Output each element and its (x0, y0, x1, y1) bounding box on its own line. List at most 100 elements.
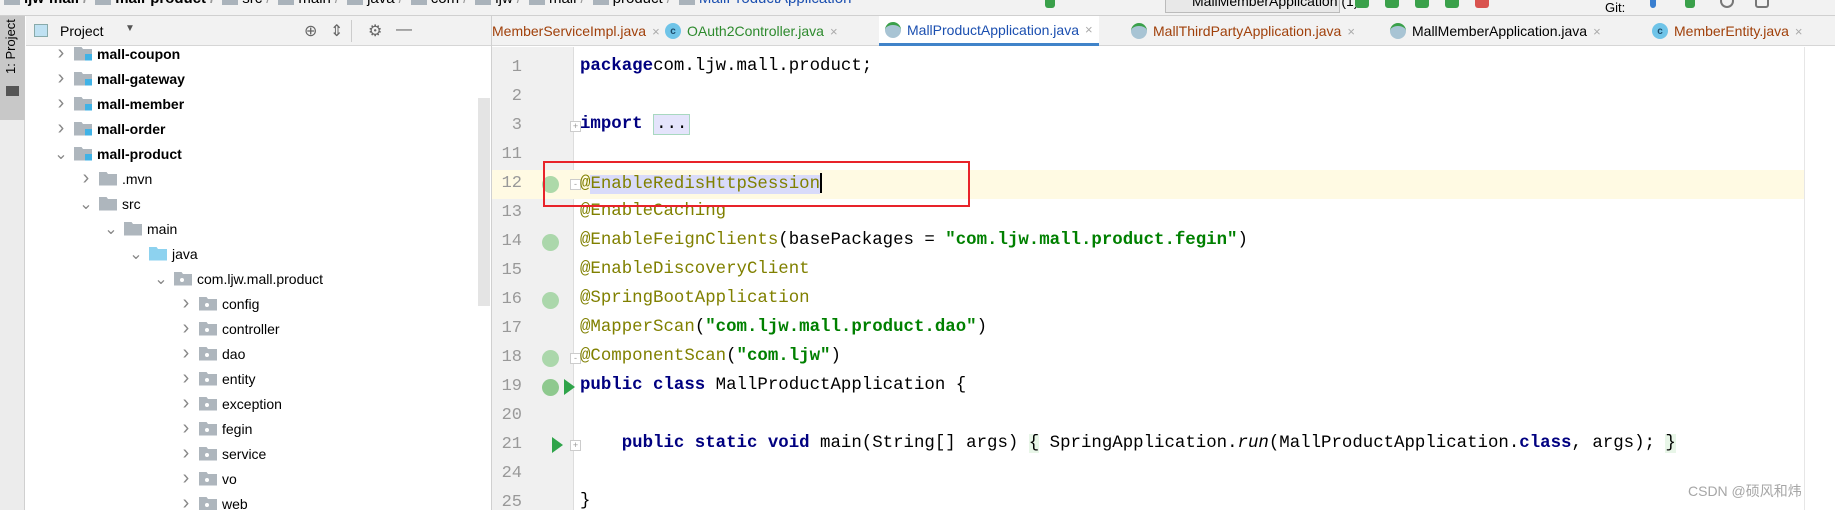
run-configuration-select[interactable]: MallMemberApplication (1) ▾ (1165, 0, 1369, 13)
chevron-right-icon[interactable]: › (177, 492, 195, 510)
collapse-all-icon[interactable]: ⇕ (330, 21, 343, 41)
run-icon[interactable] (1355, 0, 1369, 8)
tree-item[interactable]: › config (177, 291, 260, 316)
editor-tab[interactable]: MallProductApplication.java × (879, 16, 1099, 46)
tree-item[interactable]: › service (177, 441, 267, 466)
debug-icon[interactable] (1385, 0, 1399, 8)
chevron-right-icon[interactable]: › (177, 342, 195, 365)
tree-scrollbar[interactable] (478, 98, 490, 306)
tree-item[interactable]: › vo (177, 466, 237, 491)
breadcrumb-item[interactable]: src / (222, 0, 270, 7)
code-line[interactable]: 20 (492, 402, 1804, 431)
chevron-right-icon[interactable]: › (52, 46, 70, 65)
breadcrumb-item[interactable]: mall-product / (95, 0, 214, 7)
chevron-right-icon[interactable]: › (177, 367, 195, 390)
breadcrumb-item[interactable]: java / (347, 0, 403, 7)
chevron-down-icon[interactable]: ⌄ (127, 244, 145, 264)
spring-bean-icon[interactable] (542, 292, 559, 309)
chevron-right-icon[interactable]: › (177, 317, 195, 340)
chevron-right-icon[interactable]: › (52, 117, 70, 140)
history-icon[interactable] (1720, 0, 1734, 8)
close-icon[interactable]: × (830, 24, 838, 39)
close-icon[interactable]: × (1085, 22, 1093, 37)
breadcrumb-item[interactable]: com / (410, 0, 467, 7)
back-icon[interactable] (1045, 0, 1055, 8)
tree-item[interactable]: ⌄ com.ljw.mall.product (152, 266, 323, 291)
tree-item[interactable]: › mall-coupon (52, 46, 181, 66)
chevron-right-icon[interactable]: › (177, 392, 195, 415)
breadcrumb-item[interactable]: ljw / (475, 0, 521, 7)
editor-tab[interactable]: c OAuth2Controller.java × (659, 16, 844, 46)
project-view-select[interactable]: Project (60, 23, 104, 39)
editor-tab[interactable]: MemberServiceImpl.java × (486, 16, 666, 46)
tree-item[interactable]: › mall-gateway (52, 66, 185, 91)
project-tool-button[interactable]: 1: Project (0, 16, 25, 120)
editor-tab[interactable]: c MemberEntity.java × (1646, 16, 1809, 46)
tree-item[interactable]: › entity (177, 366, 256, 391)
tree-item[interactable]: › exception (177, 391, 282, 416)
chevron-right-icon[interactable]: › (177, 467, 195, 490)
gear-icon[interactable]: ⚙ (368, 21, 382, 41)
close-icon[interactable]: × (1593, 24, 1601, 39)
close-icon[interactable]: × (1347, 24, 1355, 39)
chevron-right-icon[interactable]: › (52, 67, 70, 90)
code-line[interactable]: 1 packagecom.ljw.mall.product; (492, 54, 1804, 83)
chevron-right-icon[interactable]: › (77, 167, 95, 190)
tree-item[interactable]: › controller (177, 316, 280, 341)
chevron-down-icon[interactable]: ▼ (125, 23, 135, 34)
code-line[interactable]: 19 public class MallProductApplication { (492, 373, 1804, 402)
code-line[interactable]: 24 (492, 460, 1804, 489)
chevron-down-icon[interactable]: ⌄ (52, 144, 70, 164)
stop-icon[interactable] (1475, 0, 1489, 8)
tree-item[interactable]: › .mvn (77, 166, 153, 191)
code-line[interactable]: 16 @SpringBootApplication (492, 286, 1804, 315)
code-line[interactable]: 25} (492, 489, 1804, 510)
spring-boot-icon[interactable] (542, 379, 559, 396)
chevron-right-icon[interactable]: › (177, 442, 195, 465)
tree-item[interactable]: › mall-order (52, 116, 166, 141)
breadcrumb-item[interactable]: ljw-mall / (4, 0, 87, 7)
code-line[interactable]: 21 + public static void main(String[] arg… (492, 431, 1804, 460)
run-icon[interactable] (564, 379, 575, 395)
tree-item[interactable]: › web (177, 491, 248, 510)
code-line[interactable]: 17 @MapperScan("com.ljw.mall.product.dao"… (492, 315, 1804, 344)
close-icon[interactable]: × (1795, 24, 1803, 39)
tree-item[interactable]: ⌄ java (127, 241, 197, 266)
editor-tab[interactable]: MallThirdPartyApplication.java × (1125, 16, 1361, 46)
profile-icon[interactable] (1445, 0, 1459, 8)
breadcrumb-item[interactable]: product / (592, 0, 671, 7)
chevron-right-icon[interactable]: › (177, 417, 195, 440)
breadcrumb-item[interactable]: MallProductApplication (678, 0, 851, 7)
chevron-down-icon[interactable]: ⌄ (77, 194, 95, 214)
tree-item[interactable]: ⌄ main (102, 216, 177, 241)
editor-tab[interactable]: MallMemberApplication.java × (1384, 16, 1607, 46)
locate-icon[interactable]: ⊕ (304, 21, 317, 41)
breadcrumb-item[interactable]: mall/ (528, 0, 585, 7)
chevron-down-icon[interactable]: ⌄ (102, 219, 120, 239)
git-label: Git: (1605, 0, 1626, 15)
package-icon (174, 271, 192, 286)
tree-item[interactable]: › fegin (177, 416, 253, 441)
hide-icon[interactable]: — (396, 21, 412, 39)
spring-bean-icon[interactable] (542, 234, 559, 251)
code-line[interactable]: 14 @EnableFeignClients(basePackages = "co… (492, 228, 1804, 257)
rollback-icon[interactable] (1755, 0, 1769, 8)
code-editor[interactable]: 1 packagecom.ljw.mall.product; 2 3 + import .… (492, 47, 1804, 510)
breadcrumb-item[interactable]: main / (278, 0, 339, 7)
git-commit-icon[interactable] (1685, 0, 1695, 8)
run-icon[interactable] (552, 437, 563, 453)
code-line[interactable]: 18- @ComponentScan("com.ljw") (492, 344, 1804, 373)
chevron-down-icon[interactable]: ⌄ (152, 269, 170, 289)
spring-bean-icon[interactable] (542, 350, 559, 367)
chevron-right-icon[interactable]: › (177, 292, 195, 315)
git-update-icon[interactable] (1650, 0, 1656, 8)
chevron-right-icon[interactable]: › (52, 92, 70, 115)
tree-item[interactable]: ⌄ src (77, 191, 140, 216)
tree-item[interactable]: ⌄ mall-product (52, 141, 181, 166)
code-line[interactable]: 3 + import ... (492, 112, 1804, 141)
tree-item[interactable]: › dao (177, 341, 246, 366)
code-line[interactable]: 15 @EnableDiscoveryClient (492, 257, 1804, 286)
tree-item[interactable]: › mall-member (52, 91, 185, 116)
coverage-icon[interactable] (1415, 0, 1429, 8)
code-line[interactable]: 2 (492, 83, 1804, 112)
